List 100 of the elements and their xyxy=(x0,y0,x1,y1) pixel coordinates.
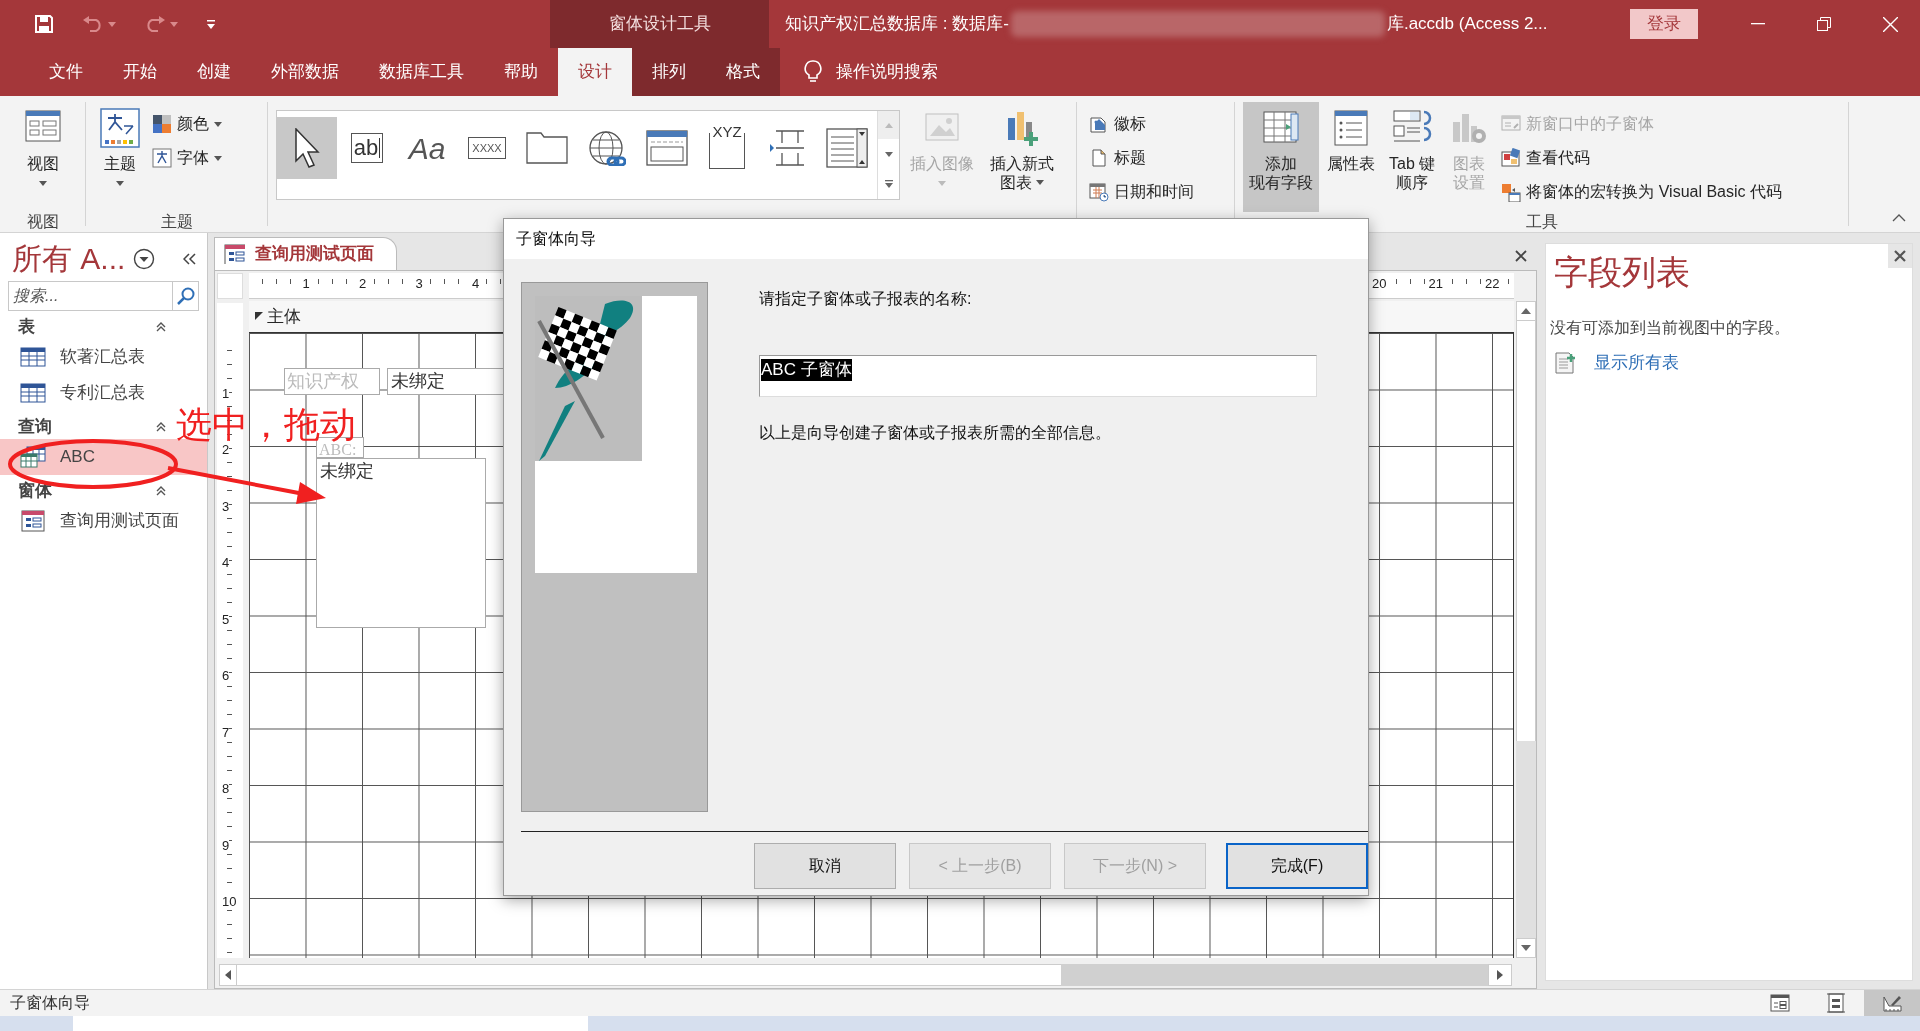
form-label: 知识产权 xyxy=(284,368,380,395)
dropdown-circle-icon xyxy=(133,248,156,270)
ribbon-icon xyxy=(1501,114,1522,134)
gallery-control-button[interactable]: ab xyxy=(337,117,397,179)
ribbon-button[interactable]: 徽标 xyxy=(1085,108,1198,140)
gallery-control-button[interactable] xyxy=(277,117,337,179)
caret-icon xyxy=(214,155,222,161)
gallery-control-icon xyxy=(826,128,868,168)
show-all-tables-link[interactable]: 显示所有表 xyxy=(1594,350,1679,376)
ribbon-tab[interactable]: 设计 xyxy=(558,48,632,96)
group-header[interactable]: 查询 xyxy=(0,415,174,439)
search-button[interactable] xyxy=(173,281,199,311)
view-button[interactable] xyxy=(1864,990,1920,1016)
caret-icon xyxy=(116,181,124,186)
navigation-item[interactable]: 软著汇总表 xyxy=(0,339,207,375)
group-header[interactable]: 窗体 xyxy=(0,479,174,503)
section-marker-icon xyxy=(255,311,263,322)
context-group-title: 窗体设计工具 xyxy=(608,13,711,36)
ribbon-button[interactable]: 主题 xyxy=(94,102,146,212)
ribbon-tab[interactable]: 数据库工具 xyxy=(359,48,484,96)
gallery-control-icon xyxy=(526,132,568,164)
tell-me-search[interactable]: 操作说明搜索 xyxy=(804,48,938,96)
window-title: 知识产权汇总数据库 : 数据库- xyxy=(785,13,1009,36)
caret-icon xyxy=(938,181,946,186)
table-icon xyxy=(20,382,46,404)
window-title: 库.accdb (Access 2... xyxy=(1386,13,1548,36)
subform-name-field[interactable]: ABC 子窗体 xyxy=(759,355,1317,397)
caret-icon xyxy=(1036,180,1044,185)
ribbon-icon xyxy=(1501,148,1522,168)
ribbon-button[interactable]: 插入新式 图表 xyxy=(984,102,1060,212)
query-icon xyxy=(20,446,46,468)
double-chevron-left-icon xyxy=(183,253,197,265)
save-icon xyxy=(34,14,54,34)
ruler-number: 10 xyxy=(222,895,237,909)
group-label: 主题 xyxy=(160,212,193,232)
caret-icon xyxy=(38,181,47,186)
dialog-title: 子窗体向导 xyxy=(516,229,596,249)
ribbon-tab[interactable]: 帮助 xyxy=(484,48,558,96)
ruler-corner xyxy=(217,273,243,299)
table-icon xyxy=(20,346,46,368)
ribbon-tab[interactable]: 开始 xyxy=(103,48,177,96)
gallery-control-button[interactable]: XXXX xyxy=(457,117,517,179)
collapse-pane-button[interactable] xyxy=(183,253,197,265)
search-field[interactable]: 搜索... xyxy=(8,281,173,311)
gallery-control-icon xyxy=(294,127,320,169)
ruler-number: 1 xyxy=(222,386,230,401)
caret-left-icon xyxy=(225,970,231,980)
table-add-icon xyxy=(1554,351,1576,374)
ribbon-button[interactable]: 将窗体的宏转换为 Visual Basic 代码 xyxy=(1497,176,1786,208)
form-icon xyxy=(223,244,245,264)
subform-control: 未绑定 xyxy=(316,458,486,628)
sign-in-button[interactable]: 登录 xyxy=(1630,9,1698,39)
group-label: 工具 xyxy=(1525,212,1558,232)
navigation-item[interactable]: 查询用测试页面 xyxy=(0,503,207,539)
gallery-control-button[interactable]: Aa xyxy=(397,117,457,179)
ribbon-tab[interactable]: 格式 xyxy=(706,48,780,96)
ruler-number: 9 xyxy=(222,838,230,853)
ruler-number: 6 xyxy=(222,669,230,683)
ribbon-tab[interactable]: 外部数据 xyxy=(251,48,359,96)
caret-up-icon xyxy=(884,122,893,128)
ruler-number: 8 xyxy=(222,782,230,796)
layout-view-icon xyxy=(1826,993,1846,1013)
ribbon-button[interactable]: 添加 现有字段 xyxy=(1243,102,1319,212)
vertical-scrollbar[interactable] xyxy=(1516,301,1536,958)
ribbon-tab[interactable]: 创建 xyxy=(177,48,251,96)
scrollbar-thumb[interactable] xyxy=(237,964,1061,986)
ribbon-button[interactable]: 查看代码 xyxy=(1497,142,1786,174)
caret-icon xyxy=(206,19,216,29)
document-tab[interactable]: 查询用测试页面 xyxy=(214,237,397,270)
close-icon xyxy=(1882,16,1898,32)
field-list-title: 字段列表 xyxy=(1554,252,1690,293)
ribbon-button[interactable]: 颜色 xyxy=(148,108,226,140)
caret-down-icon xyxy=(1521,945,1531,951)
dropdown-button[interactable] xyxy=(133,248,156,270)
caret-icon xyxy=(108,21,116,27)
ribbon-button[interactable]: 标题 xyxy=(1085,142,1198,174)
restore-icon xyxy=(1817,17,1831,31)
close-button[interactable] xyxy=(1888,244,1912,268)
ribbon-button[interactable]: 属性表 xyxy=(1321,102,1381,212)
ribbon-icon xyxy=(1501,182,1522,202)
ribbon-button[interactable]: 视图 xyxy=(16,102,69,212)
ribbon-button[interactable]: 字体 xyxy=(148,142,226,174)
ruler-number: 2 xyxy=(222,443,230,457)
ribbon-button[interactable]: 日期和时间 xyxy=(1085,176,1198,208)
ribbon-tab[interactable]: 排列 xyxy=(632,48,706,96)
gallery-control-button[interactable]: XYZ xyxy=(697,117,757,179)
gallery-control-icon xyxy=(646,130,688,166)
group-header[interactable]: 表 xyxy=(0,315,174,339)
horizontal-scrollbar[interactable] xyxy=(219,964,1512,986)
dialog-button[interactable]: 完成(F) xyxy=(1226,843,1368,889)
scrollbar-thumb[interactable] xyxy=(1516,321,1536,741)
close-document-button[interactable] xyxy=(1515,250,1527,262)
group-label: 视图 xyxy=(26,212,59,232)
dialog-button[interactable]: 取消 xyxy=(754,843,896,889)
close-icon xyxy=(1894,250,1906,262)
undo-icon xyxy=(82,16,104,32)
ribbon-button[interactable]: Tab 键 顺序 xyxy=(1383,102,1442,212)
form-view-icon xyxy=(1770,993,1790,1013)
caret-icon xyxy=(214,121,222,127)
ribbon-tab[interactable]: 文件 xyxy=(29,48,103,96)
